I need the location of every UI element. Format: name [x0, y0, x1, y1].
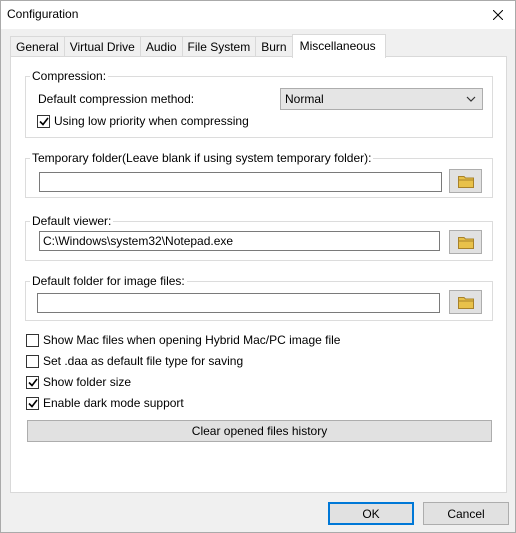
compression-method-value: Normal	[285, 92, 324, 106]
compression-method-label: Default compression method:	[38, 92, 195, 106]
low-priority-checkbox-box[interactable]	[37, 114, 50, 128]
checkmark-icon	[38, 117, 49, 126]
dark-mode-label: Enable dark mode support	[43, 396, 184, 410]
configuration-dialog: Configuration General Virtual Drive Audi…	[0, 0, 516, 533]
temp-folder-group-label: Temporary folder(Leave blank if using sy…	[30, 151, 374, 165]
chevron-down-icon	[466, 96, 476, 102]
tab-virtual-drive[interactable]: Virtual Drive	[63, 36, 141, 57]
window-title: Configuration	[7, 7, 79, 21]
close-icon	[493, 10, 503, 20]
daa-default-checkbox-box[interactable]	[26, 354, 39, 368]
compression-method-select[interactable]: Normal	[280, 88, 483, 110]
viewer-path-input[interactable]: C:\Windows\system32\Notepad.exe	[39, 231, 440, 251]
clear-history-button[interactable]: Clear opened files history	[27, 420, 492, 442]
folder-icon	[457, 296, 474, 309]
tab-file-system[interactable]: File System	[181, 36, 257, 57]
show-mac-files-label: Show Mac files when opening Hybrid Mac/P…	[43, 333, 341, 347]
folder-icon	[457, 175, 474, 188]
show-folder-size-checkbox[interactable]: Show folder size	[26, 374, 131, 390]
low-priority-checkbox[interactable]: Using low priority when compressing	[37, 113, 249, 129]
close-button[interactable]	[481, 1, 515, 29]
daa-default-label: Set .daa as default file type for saving	[43, 354, 244, 368]
viewer-group-label: Default viewer:	[30, 214, 114, 228]
checkmark-icon	[27, 399, 38, 408]
compression-group-label: Compression:	[30, 69, 109, 83]
show-folder-size-label: Show folder size	[43, 375, 132, 389]
low-priority-label: Using low priority when compressing	[54, 114, 249, 128]
dark-mode-checkbox[interactable]: Enable dark mode support	[26, 395, 184, 411]
tab-strip: General Virtual Drive Audio File System …	[10, 34, 386, 58]
show-folder-size-checkbox-box[interactable]	[26, 375, 39, 389]
title-bar: Configuration	[1, 1, 515, 29]
temp-folder-input[interactable]	[39, 172, 442, 192]
cancel-button[interactable]: Cancel	[423, 502, 509, 525]
image-folder-group-label: Default folder for image files:	[30, 274, 187, 288]
ok-button[interactable]: OK	[328, 502, 414, 525]
image-folder-browse-button[interactable]	[449, 290, 482, 314]
tab-miscellaneous[interactable]: Miscellaneous	[291, 34, 386, 58]
dark-mode-checkbox-box[interactable]	[26, 396, 39, 410]
daa-default-checkbox[interactable]: Set .daa as default file type for saving	[26, 353, 243, 369]
show-mac-files-checkbox[interactable]: Show Mac files when opening Hybrid Mac/P…	[26, 332, 340, 348]
compression-group: Compression: Default compression method:…	[25, 69, 493, 138]
viewer-browse-button[interactable]	[449, 230, 482, 254]
folder-icon	[457, 236, 474, 249]
checkmark-icon	[27, 378, 38, 387]
miscellaneous-panel: Compression: Default compression method:…	[10, 56, 507, 493]
show-mac-files-checkbox-box[interactable]	[26, 333, 39, 347]
image-folder-input[interactable]	[37, 293, 440, 313]
tab-general[interactable]: General	[10, 36, 65, 57]
tab-burn[interactable]: Burn	[255, 36, 293, 57]
tab-audio[interactable]: Audio	[139, 36, 183, 57]
temp-folder-browse-button[interactable]	[449, 169, 482, 193]
